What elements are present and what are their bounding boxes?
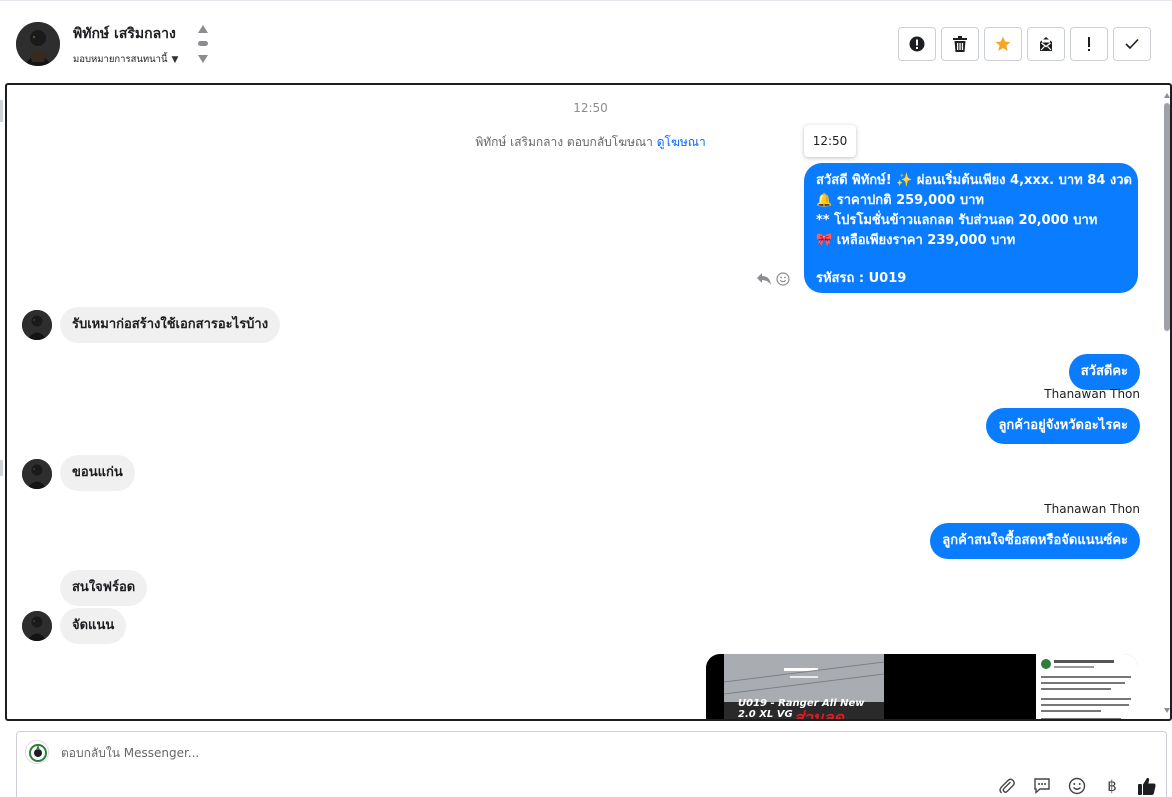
scroll-thumb[interactable]	[1164, 103, 1170, 331]
like-icon	[1138, 777, 1156, 795]
mark-done-button[interactable]	[1113, 27, 1151, 61]
message-input[interactable]	[61, 746, 661, 760]
outgoing-message[interactable]: ลูกค้าสนใจซื้อสดหรือจัดแนนซ์คะ	[930, 523, 1140, 559]
vehicle-photo: U019 - Ranger All New 2.0 XL VG ส่วนลด 2…	[724, 654, 884, 721]
left-edge-mark	[0, 460, 3, 476]
star-button[interactable]	[984, 27, 1022, 61]
ad-reply-note: พิทักษ์ เสริมกลาง ตอบกลับโฆษณา ดูโฆษณา	[7, 133, 1170, 152]
arrow-down-icon[interactable]	[198, 55, 208, 63]
check-icon	[1125, 38, 1139, 50]
scroll-up-icon[interactable]	[1164, 93, 1170, 98]
thread-scrollbar[interactable]	[1164, 93, 1170, 713]
timestamp-divider: 12:50	[573, 101, 608, 115]
reply-composer: ฿	[16, 731, 1167, 797]
incoming-message[interactable]: สนใจฟร์อด	[60, 570, 148, 606]
attachment-button[interactable]	[996, 776, 1018, 796]
assign-label: มอบหมายการสนทนานี้	[73, 54, 168, 65]
shared-ad-media[interactable]: U019 - Ranger All New 2.0 XL VG ส่วนลด 2…	[706, 654, 1138, 721]
assign-conversation-dropdown[interactable]: มอบหมายการสนทนานี้ ▼	[73, 52, 178, 67]
ad-message-line	[816, 251, 1126, 269]
sender-name: Thanawan Thon	[1044, 387, 1140, 401]
view-ad-link[interactable]: ดูโฆษณา	[657, 135, 706, 149]
contact-avatar-small[interactable]	[22, 310, 52, 340]
page-avatar	[25, 740, 49, 764]
left-edge-mark	[0, 100, 3, 122]
emoji-button[interactable]	[1066, 776, 1088, 796]
sender-name: Thanawan Thon	[1044, 502, 1140, 516]
contact-name: พิทักษ์ เสริมกลาง	[73, 26, 176, 42]
reply-icon[interactable]	[756, 272, 772, 286]
follow-up-button[interactable]	[1070, 27, 1108, 61]
contact-avatar[interactable]	[16, 22, 60, 66]
contact-avatar-small[interactable]	[22, 611, 52, 641]
saved-reply-button[interactable]	[1031, 776, 1053, 796]
outgoing-message[interactable]: สวัสดีคะ	[1068, 354, 1140, 390]
exclamation-icon	[1088, 37, 1090, 51]
composer-tools: ฿	[996, 776, 1158, 796]
trash-icon	[953, 36, 967, 52]
payment-button[interactable]: ฿	[1101, 776, 1123, 796]
message-actions	[756, 272, 790, 286]
incoming-message[interactable]: ขอนแก่น	[60, 455, 135, 491]
media-price: ส่วนลด 20,000	[794, 708, 844, 721]
message-time-tooltip: 12:50	[804, 125, 856, 157]
emoji-icon	[1068, 777, 1086, 795]
delete-button[interactable]	[941, 27, 979, 61]
chevron-down-icon: ▼	[171, 54, 179, 65]
ad-message-line: สวัสดี พิทักษ์! ✨ ผ่อนเริ่มต้นเพียง 4,xx…	[816, 173, 1132, 188]
conversation-header: พิทักษ์ เสริมกลาง มอบหมายการสนทนานี้ ▼	[0, 0, 1172, 83]
mark-unread-icon	[1040, 37, 1052, 51]
ad-message-line: ** โปรโมชั่นข้าวแลกลด รับส่วนลด 20,000 บ…	[816, 213, 1098, 228]
outgoing-message[interactable]: ลูกค้าอยู่จังหวัดอะไรคะ	[986, 408, 1140, 444]
incoming-message[interactable]: จัดแนน	[60, 608, 127, 644]
contact-avatar-small[interactable]	[22, 459, 52, 489]
scroll-down-icon[interactable]	[1164, 708, 1170, 713]
like-button[interactable]	[1136, 776, 1158, 796]
drag-handle-icon	[198, 41, 208, 46]
attachment-icon	[999, 778, 1015, 794]
emoji-react-icon[interactable]	[776, 272, 790, 286]
ad-message-line: 🔔 ราคาปกติ 259,000 บาท	[816, 193, 984, 208]
arrow-up-icon[interactable]	[198, 25, 208, 33]
mark-unread-button[interactable]	[1027, 27, 1065, 61]
message-thread[interactable]: 12:50 พิทักษ์ เสริมกลาง ตอบกลับโฆษณา ดูโ…	[5, 83, 1172, 721]
ad-post-preview	[1036, 654, 1138, 719]
incoming-message[interactable]: รับเหมาก่อสร้างใช้เอกสารอะไรบ้าง	[60, 307, 281, 343]
outgoing-ad-message[interactable]: สวัสดี พิทักษ์! ✨ ผ่อนเริ่มต้นเพียง 4,xx…	[804, 163, 1138, 293]
spam-button[interactable]	[898, 27, 936, 61]
warning-icon	[909, 36, 925, 52]
conversation-nav-arrows[interactable]	[196, 25, 210, 65]
ad-message-line: 🎀 เหลือเพียงราคา 239,000 บาท	[816, 233, 1016, 248]
baht-icon: ฿	[1107, 777, 1117, 795]
star-icon	[995, 36, 1011, 51]
conversation-toolbar	[898, 27, 1151, 61]
ad-reply-text: พิทักษ์ เสริมกลาง ตอบกลับโฆษณา	[475, 135, 653, 149]
ad-message-line: รหัสรถ : U019	[816, 271, 907, 286]
saved-reply-icon	[1034, 778, 1050, 795]
